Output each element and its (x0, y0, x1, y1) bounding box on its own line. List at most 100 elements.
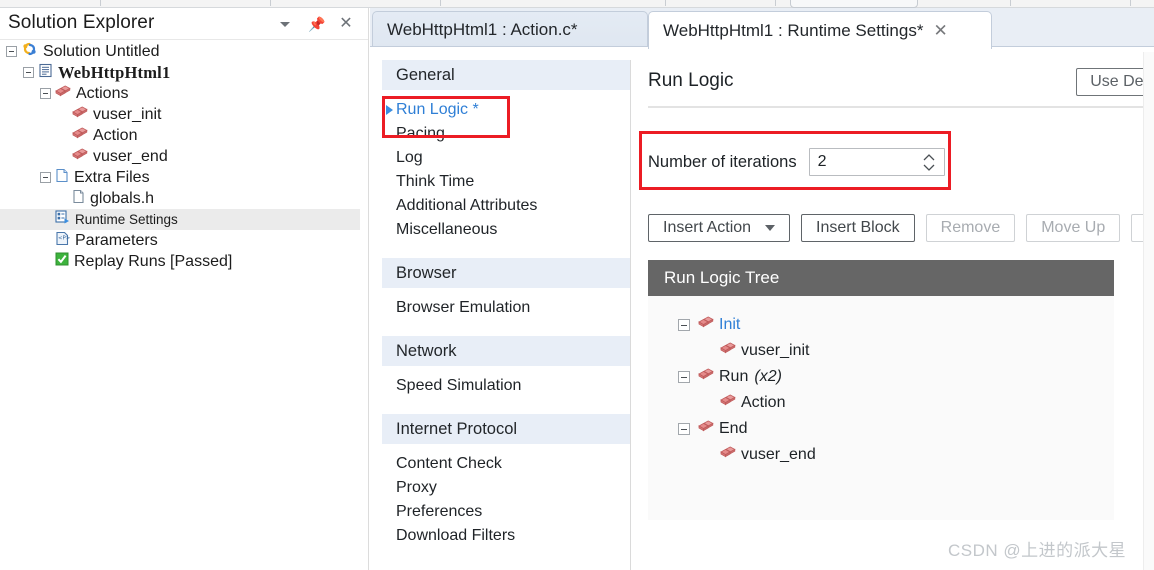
tree-item-label: Parameters (75, 231, 158, 249)
expander-minus-icon[interactable] (678, 423, 690, 435)
nav-item-preferences[interactable]: Preferences (382, 500, 630, 524)
insert-block-button[interactable]: Insert Block (801, 214, 915, 242)
nav-item-download-filters[interactable]: Download Filters (382, 524, 630, 548)
tree-item-action[interactable]: Action (0, 125, 360, 146)
nav-section-header-internet-protocol: Internet Protocol (382, 414, 630, 444)
parameters-icon: <P> (55, 231, 70, 251)
solution-explorer-pane: Solution Explorer 📌 ✕ Solution Untitled W… (0, 8, 368, 570)
editor-area: WebHttpHtml1 : Action.c* WebHttpHtml1 : … (370, 8, 1154, 570)
tree-item-label: Solution Untitled (43, 42, 160, 60)
expander-minus-icon[interactable] (678, 319, 690, 331)
tree-item-actions[interactable]: Actions (0, 83, 360, 104)
run-logic-node-vuser-init[interactable]: vuser_init (648, 338, 1114, 364)
insert-action-button[interactable]: Insert Action (648, 214, 791, 242)
expander-minus-icon[interactable] (40, 172, 51, 183)
tree-item-vuser-end[interactable]: vuser_end (0, 146, 360, 167)
run-logic-node-label: vuser_init (741, 342, 810, 359)
play-triangle-icon (386, 105, 393, 115)
nav-item-label: Log (396, 149, 423, 166)
tab-action-c[interactable]: WebHttpHtml1 : Action.c* (372, 11, 648, 47)
nav-item-label: Run Logic * (396, 101, 479, 118)
nav-item-additional-attributes[interactable]: Additional Attributes (382, 194, 630, 218)
editor-tab-bar: WebHttpHtml1 : Action.c* WebHttpHtml1 : … (370, 8, 1154, 49)
tree-item-label: vuser_end (93, 147, 168, 165)
nav-item-content-check[interactable]: Content Check (382, 452, 630, 476)
tree-item-extra-files[interactable]: Extra Files (0, 167, 360, 188)
tree-item-replay-runs-passed[interactable]: Replay Runs [Passed] (0, 251, 360, 272)
chevron-down-icon[interactable] (765, 225, 776, 231)
run-logic-node-label: vuser_end (741, 446, 816, 463)
brick-icon (698, 316, 714, 334)
nav-item-think-time[interactable]: Think Time (382, 170, 630, 194)
tree-item-label: globals.h (90, 189, 155, 207)
svg-text:<P>: <P> (58, 235, 70, 241)
tab-close-icon[interactable]: ✕ (933, 21, 947, 41)
tree-item-runtime-settings[interactable]: Runtime Settings (0, 209, 360, 230)
nav-item-label: Miscellaneous (396, 221, 498, 238)
nav-item-label: Think Time (396, 173, 475, 190)
toolbar-combo[interactable] (790, 0, 918, 8)
iterations-input[interactable] (809, 149, 920, 175)
nav-item-speed-simulation[interactable]: Speed Simulation (382, 374, 630, 398)
run-logic-tree-panel: Run Logic Tree Init vuser_init Run (x2) Acti… (648, 260, 1114, 520)
tree-item-globals-h[interactable]: globals.h (0, 188, 360, 209)
nav-section-header-general: General (382, 60, 630, 90)
expander-minus-icon[interactable] (23, 67, 34, 78)
run-logic-node-end[interactable]: End (648, 416, 1114, 442)
tree-item-solution-untitled[interactable]: Solution Untitled (0, 41, 360, 62)
run-logic-node-label: End (719, 420, 748, 437)
tree-item-parameters[interactable]: <P> Parameters (0, 230, 360, 251)
tree-item-label: Actions (76, 84, 129, 102)
tree-item-label: Action (93, 126, 138, 144)
solution-tree: Solution Untitled WebHttpHtml1 Actions vuse… (0, 41, 360, 272)
nav-item-browser-emulation[interactable]: Browser Emulation (382, 296, 630, 320)
solution-explorer-header: Solution Explorer 📌 ✕ (0, 8, 368, 40)
run-logic-node-run[interactable]: Run (x2) (648, 364, 1114, 390)
iterations-stepper[interactable] (808, 148, 945, 176)
expander-minus-icon[interactable] (40, 88, 51, 99)
move-up-button[interactable]: Move Up (1026, 214, 1121, 242)
tree-item-vuser-init[interactable]: vuser_init (0, 104, 360, 125)
tree-item-webhttphtml1[interactable]: WebHttpHtml1 (0, 62, 360, 83)
nav-item-log[interactable]: Log (382, 146, 630, 170)
expander-minus-icon[interactable] (6, 46, 17, 57)
tree-item-label: WebHttpHtml1 (58, 62, 171, 82)
dropdown-caret-icon[interactable] (278, 16, 294, 32)
pin-icon[interactable]: 📌 (308, 16, 325, 32)
nav-item-miscellaneous[interactable]: Miscellaneous (382, 218, 630, 242)
nav-detail-divider (630, 60, 631, 570)
pane-divider-left[interactable] (368, 8, 369, 570)
expander-minus-icon[interactable] (678, 371, 690, 383)
brick-icon (72, 126, 88, 145)
nav-item-label: Preferences (396, 503, 483, 520)
nav-item-label: Browser Emulation (396, 299, 531, 316)
title-divider (648, 106, 1154, 108)
run-logic-tree-body: Init vuser_init Run (x2) Action End vuser_end (648, 296, 1114, 468)
run-logic-node-action[interactable]: Action (648, 390, 1114, 416)
brick-icon (72, 147, 88, 166)
nav-item-label: Pacing (396, 125, 445, 142)
page-title: Run Logic (648, 70, 734, 91)
nav-item-label: Additional Attributes (396, 197, 538, 214)
iterations-row: Number of iterations (648, 148, 945, 176)
close-icon[interactable]: ✕ (338, 16, 354, 32)
nav-item-pacing[interactable]: Pacing (382, 122, 630, 146)
nav-item-run-logic[interactable]: Run Logic * (382, 98, 630, 122)
run-logic-node-vuser-end[interactable]: vuser_end (648, 442, 1114, 468)
actions-brick-icon (55, 84, 71, 103)
tab-runtime-settings[interactable]: WebHttpHtml1 : Runtime Settings* ✕ (648, 11, 992, 49)
remove-button[interactable]: Remove (925, 214, 1016, 242)
nav-section-header-browser: Browser (382, 258, 630, 288)
stepper-arrows-icon[interactable] (922, 153, 936, 172)
script-document-icon (38, 63, 53, 83)
nav-section-header-network: Network (382, 336, 630, 366)
run-logic-node-init[interactable]: Init (648, 312, 1114, 338)
nav-item-proxy[interactable]: Proxy (382, 476, 630, 500)
run-logic-node-label: Run (719, 368, 749, 385)
